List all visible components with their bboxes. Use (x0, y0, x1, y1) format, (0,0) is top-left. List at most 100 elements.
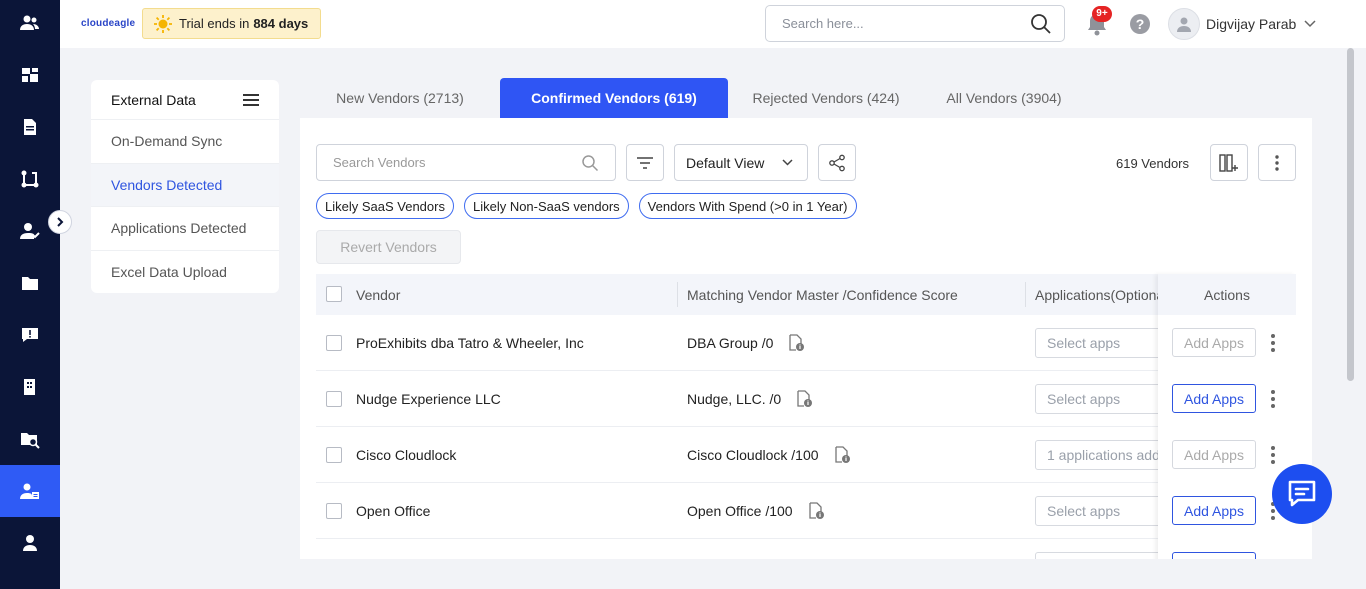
chevron-down-icon (782, 159, 793, 166)
scrollbar-thumb[interactable] (1347, 48, 1354, 381)
share-button[interactable] (818, 144, 856, 181)
quick-filter-chips: Likely SaaS Vendors Likely Non-SaaS vend… (316, 193, 857, 219)
vendor-name: Open Office (356, 502, 431, 519)
user-avatar-icon (1177, 17, 1191, 32)
user-menu[interactable]: Digvijay Parab (1168, 8, 1316, 40)
tab-confirmed-vendors[interactable]: Confirmed Vendors (619) (500, 78, 728, 118)
row-checkbox[interactable] (326, 447, 342, 463)
table-row: Cisco Cloudlock Cisco Cloudlock /100 1 a… (316, 427, 1296, 483)
info-document-icon[interactable] (833, 445, 851, 464)
sun-icon (154, 14, 172, 33)
add-apps-button-partial[interactable] (1172, 552, 1256, 559)
chevron-down-icon (1304, 20, 1316, 28)
actions-column: Actions Add Apps Add Apps Add Apps Add A… (1158, 274, 1296, 559)
filter-icon (637, 156, 653, 169)
vendor-search-input[interactable]: Search Vendors (316, 144, 616, 181)
vendor-match: DBA Group /0 (687, 315, 805, 370)
menu-icon[interactable] (243, 93, 259, 107)
user-card-icon[interactable] (0, 465, 60, 517)
global-search-placeholder: Search here... (782, 16, 864, 31)
search-icon (582, 154, 599, 171)
row-checkbox[interactable] (326, 503, 342, 519)
global-search-input[interactable]: Search here... (765, 5, 1065, 42)
vendor-name: ProExhibits dba Tatro & Wheeler, Inc (356, 334, 584, 351)
add-apps-button[interactable]: Add Apps (1172, 328, 1256, 357)
folder-search-icon[interactable] (0, 417, 60, 461)
notification-badge: 9+ (1092, 6, 1112, 22)
row-checkbox[interactable] (326, 335, 342, 351)
apps-select[interactable]: Select apps (1035, 328, 1165, 358)
chip-vendors-with-spend[interactable]: Vendors With Spend (>0 in 1 Year) (638, 193, 857, 219)
table-row: ProExhibits dba Tatro & Wheeler, Inc DBA… (316, 315, 1296, 371)
tab-all-vendors[interactable]: All Vendors (3904) (924, 78, 1084, 118)
info-document-icon[interactable] (807, 501, 825, 520)
workflow-icon[interactable] (0, 157, 60, 201)
col-applications[interactable]: Applications(Optional) (1035, 287, 1172, 303)
row-checkbox[interactable] (326, 391, 342, 407)
tab-rejected-vendors[interactable]: Rejected Vendors (424) (728, 78, 924, 118)
vendors-table: Vendor Matching Vendor Master /Confidenc… (316, 274, 1296, 559)
chat-button[interactable] (1272, 464, 1332, 524)
external-data-nav: External Data On-Demand Sync Vendors Det… (91, 80, 279, 293)
col-matching[interactable]: Matching Vendor Master /Confidence Score (687, 287, 958, 303)
tab-new-vendors[interactable]: New Vendors (2713) (300, 78, 500, 118)
columns-button[interactable] (1210, 144, 1248, 181)
view-select[interactable]: Default View (674, 144, 808, 181)
add-apps-button[interactable]: Add Apps (1172, 440, 1256, 469)
nav-title: External Data (111, 91, 196, 108)
add-apps-button[interactable]: Add Apps (1172, 496, 1256, 525)
sidebar-expand-button[interactable] (48, 210, 72, 234)
share-icon (829, 154, 845, 171)
row-more-icon[interactable] (1268, 389, 1278, 409)
vendor-search-placeholder: Search Vendors (333, 155, 426, 170)
row-more-icon[interactable] (1268, 445, 1278, 465)
nav-header: External Data (91, 80, 279, 120)
match-text: Nudge, LLC. /0 (687, 390, 782, 407)
vendor-match: Open Office /100 (687, 483, 825, 538)
info-document-icon[interactable] (795, 389, 813, 408)
folder-icon[interactable] (0, 261, 60, 305)
logo[interactable]: cloudeagle (81, 18, 135, 29)
col-vendor[interactable]: Vendor (356, 287, 400, 303)
document-icon[interactable] (0, 105, 60, 149)
revert-vendors-button[interactable]: Revert Vendors (316, 230, 461, 264)
select-all-checkbox[interactable] (326, 286, 342, 302)
vendor-tabs: New Vendors (2713) Confirmed Vendors (61… (300, 78, 1084, 118)
nav-item-on-demand-sync[interactable]: On-Demand Sync (91, 120, 279, 164)
page-scrollbar[interactable] (1346, 48, 1356, 589)
user-name: Digvijay Parab (1206, 16, 1297, 32)
vendor-match: Cisco Cloudlock /100 (687, 427, 851, 482)
filter-button[interactable] (626, 144, 664, 181)
search-icon[interactable] (1030, 13, 1052, 35)
match-text: DBA Group /0 (687, 334, 774, 351)
account-icon[interactable] (0, 521, 60, 565)
col-divider (677, 282, 678, 307)
apps-select[interactable]: Select apps (1035, 496, 1165, 526)
vendors-panel: Search Vendors Default View 619 Vendors … (300, 118, 1312, 559)
more-options-button[interactable] (1258, 144, 1296, 181)
apps-select-partial[interactable] (1035, 552, 1165, 559)
topbar: cloudeagle Trial ends in 884 days Search … (60, 0, 1366, 48)
trial-banner: Trial ends in 884 days (142, 8, 321, 39)
nav-item-vendors-detected[interactable]: Vendors Detected (91, 163, 279, 207)
nav-item-excel-data-upload[interactable]: Excel Data Upload (91, 251, 279, 294)
chip-likely-non-saas[interactable]: Likely Non-SaaS vendors (463, 193, 629, 219)
table-row: Nudge Experience LLC Nudge, LLC. /0 Sele… (316, 371, 1296, 427)
building-icon[interactable] (0, 365, 60, 409)
apps-select[interactable]: Select apps (1035, 384, 1165, 414)
table-header: Vendor Matching Vendor Master /Confidenc… (316, 274, 1296, 315)
row-more-icon[interactable] (1268, 333, 1278, 353)
nav-item-applications-detected[interactable]: Applications Detected (91, 207, 279, 251)
dashboard-icon[interactable] (0, 53, 60, 97)
feedback-icon[interactable] (0, 313, 60, 357)
add-apps-button[interactable]: Add Apps (1172, 384, 1256, 413)
apps-select[interactable]: 1 applications added (1035, 440, 1165, 470)
match-text: Open Office /100 (687, 502, 793, 519)
help-icon[interactable]: ? (1130, 14, 1150, 34)
users-icon[interactable] (0, 1, 60, 45)
avatar (1168, 8, 1200, 40)
info-document-icon[interactable] (787, 333, 805, 352)
chip-likely-saas[interactable]: Likely SaaS Vendors (316, 193, 454, 219)
view-select-value: Default View (686, 154, 765, 171)
vendor-count: 619 Vendors (1116, 156, 1190, 171)
